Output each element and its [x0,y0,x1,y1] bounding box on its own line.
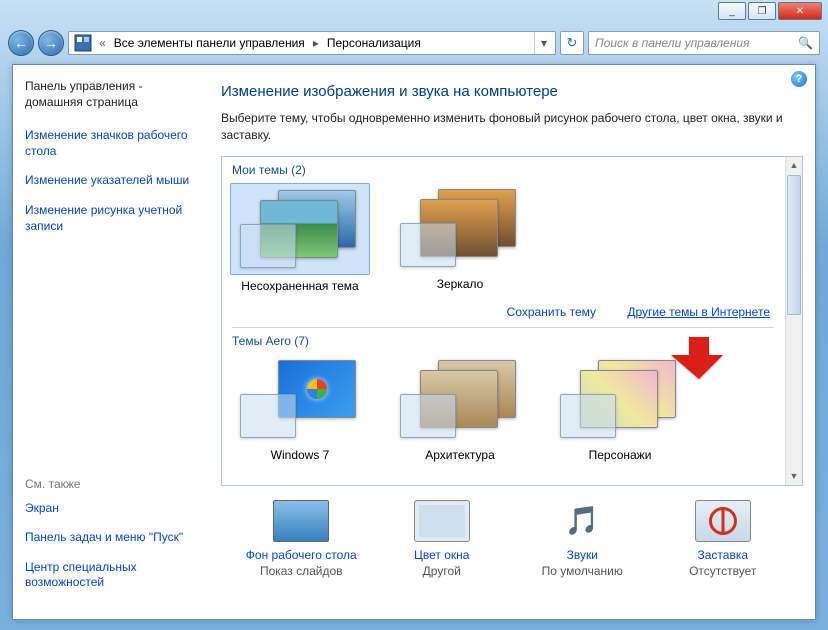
bottom-title: Фон рабочего стола [231,548,371,562]
window-color-swatch [400,394,456,438]
window-color-swatch [240,394,296,438]
theme-label: Персонажи [550,448,690,462]
forward-button[interactable]: → [38,30,64,56]
minimize-button[interactable]: _ [718,2,746,20]
main-panel: ? Изменение изображения и звука на компь… [211,65,815,619]
navbar: ← → « Все элементы панели управления ▸ П… [8,26,820,60]
wallpaper-icon [273,500,329,542]
theme-unsaved[interactable]: Несохраненная тема [230,183,370,293]
breadcrumb-all-items[interactable]: Все элементы панели управления [110,36,309,50]
my-themes-row: Несохраненная тема Зеркало [222,179,784,301]
theme-label: Зеркало [390,277,530,291]
window-buttons: _ ❐ ✕ [716,2,822,20]
sidebar-link-account-picture[interactable]: Изменение рисунка учетной записи [25,203,199,234]
bottom-title: Звуки [512,548,652,562]
back-button[interactable]: ← [8,30,34,56]
refresh-icon: ↻ [567,35,578,51]
scroll-up-icon[interactable]: ▲ [786,157,802,174]
bottom-title: Заставка [653,548,793,562]
sidebar-link-display[interactable]: Экран [25,501,199,517]
theme-label: Несохраненная тема [230,279,370,293]
themes-listbox: Мои темы (2) Несохраненная тема [221,156,803,486]
sidebar-link-desktop-icons[interactable]: Изменение значков рабочего стола [25,128,199,159]
sounds-icon: 🎵 [554,500,610,542]
sidebar-see-also-label: См. также [25,477,199,491]
breadcrumb-prefix: « [95,36,110,50]
scrollbar[interactable]: ▲ ▼ [785,157,802,485]
help-icon[interactable]: ? [791,71,807,87]
close-button[interactable]: ✕ [778,2,822,20]
bottom-sub: По умолчанию [512,564,652,578]
bottom-title: Цвет окна [372,548,512,562]
refresh-button[interactable]: ↻ [560,31,584,55]
theme-label: Windows 7 [230,448,370,462]
window-color-swatch [400,223,456,267]
breadcrumb[interactable]: « Все элементы панели управления ▸ Персо… [68,31,556,55]
theme-actions: Сохранить тему Другие темы в Интернете [222,301,784,327]
theme-architecture[interactable]: Архитектура [390,354,530,462]
more-themes-link[interactable]: Другие темы в Интернете [627,305,770,319]
control-panel-icon [74,34,92,52]
desktop-background-button[interactable]: Фон рабочего стола Показ слайдов [231,500,371,578]
window-color-button[interactable]: Цвет окна Другой [372,500,512,578]
titlebar: _ ❐ ✕ [0,0,828,26]
sidebar-link-mouse-pointers[interactable]: Изменение указателей мыши [25,173,199,189]
screensaver-icon [695,500,751,542]
content-frame: Панель управления - домашняя страница Из… [12,64,816,620]
window-color-icon [414,500,470,542]
bottom-sub: Отсутствует [653,564,793,578]
sidebar: Панель управления - домашняя страница Из… [13,65,211,619]
annotation-arrow-icon [671,333,727,386]
page-title: Изменение изображения и звука на компьют… [221,83,803,100]
bottom-sub: Показ слайдов [231,564,371,578]
bottom-sub: Другой [372,564,512,578]
page-desc: Выберите тему, чтобы одновременно измени… [221,110,803,144]
save-theme-link[interactable]: Сохранить тему [507,305,596,319]
scroll-thumb[interactable] [787,175,801,315]
breadcrumb-dropdown-icon[interactable]: ▾ [534,32,553,54]
theme-label: Архитектура [390,448,530,462]
group-my-themes: Мои темы (2) [222,157,784,179]
window-color-swatch [240,224,296,268]
search-placeholder: Поиск в панели управления [595,36,750,50]
scroll-down-icon[interactable]: ▼ [786,468,802,485]
bottom-bar: Фон рабочего стола Показ слайдов Цвет ок… [221,500,803,578]
window-color-swatch [560,394,616,438]
screensaver-button[interactable]: Заставка Отсутствует [653,500,793,578]
sidebar-home-link[interactable]: Панель управления - домашняя страница [25,79,199,110]
search-icon: 🔍 [798,36,813,50]
search-input[interactable]: Поиск в панели управления 🔍 [588,31,820,55]
maximize-button[interactable]: ❐ [748,2,776,20]
theme-characters[interactable]: Персонажи [550,354,690,462]
theme-mirror[interactable]: Зеркало [390,183,530,293]
sidebar-link-taskbar[interactable]: Панель задач и меню "Пуск" [25,530,199,546]
theme-windows7[interactable]: Windows 7 [230,354,370,462]
sidebar-link-ease-of-access[interactable]: Центр специальных возможностей [25,560,199,591]
breadcrumb-personalization[interactable]: Персонализация [323,36,425,50]
sounds-button[interactable]: 🎵 Звуки По умолчанию [512,500,652,578]
breadcrumb-sep-icon: ▸ [309,36,323,50]
